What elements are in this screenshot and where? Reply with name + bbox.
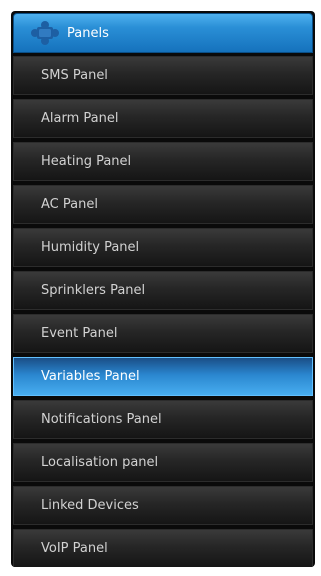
menu-item-sms-panel[interactable]: SMS Panel — [13, 56, 313, 95]
menu-item-label: Humidity Panel — [41, 240, 140, 255]
menu-item-alarm-panel[interactable]: Alarm Panel — [13, 99, 313, 138]
menu-item-label: Notifications Panel — [41, 412, 162, 427]
menu-item-localisation-panel[interactable]: Localisation panel — [13, 443, 313, 482]
menu-item-label: Sprinklers Panel — [41, 283, 146, 298]
menu-item-label: Linked Devices — [41, 498, 139, 513]
menu-item-humidity-panel[interactable]: Humidity Panel — [13, 228, 313, 267]
panels-header[interactable]: Panels — [13, 13, 313, 53]
menu-item-label: Variables Panel — [41, 369, 140, 384]
menu-item-ac-panel[interactable]: AC Panel — [13, 185, 313, 224]
menu-item-label: Heating Panel — [41, 154, 132, 169]
menu-item-voip-panel[interactable]: VoIP Panel — [13, 529, 313, 567]
panels-menu: Panels SMS Panel Alarm Panel Heating Pan… — [11, 11, 315, 567]
menu-item-label: VoIP Panel — [41, 541, 108, 556]
menu-item-sprinklers-panel[interactable]: Sprinklers Panel — [13, 271, 313, 310]
menu-item-label: SMS Panel — [41, 68, 108, 83]
panels-header-title: Panels — [67, 25, 109, 41]
menu-item-label: AC Panel — [41, 197, 98, 212]
panels-menu-list: SMS Panel Alarm Panel Heating Panel AC P… — [13, 56, 313, 567]
menu-item-variables-panel[interactable]: Variables Panel — [13, 357, 313, 396]
menu-item-event-panel[interactable]: Event Panel — [13, 314, 313, 353]
menu-item-notifications-panel[interactable]: Notifications Panel — [13, 400, 313, 439]
menu-item-heating-panel[interactable]: Heating Panel — [13, 142, 313, 181]
menu-item-linked-devices[interactable]: Linked Devices — [13, 486, 313, 525]
menu-item-label: Alarm Panel — [41, 111, 119, 126]
menu-item-label: Localisation panel — [41, 455, 159, 470]
puzzle-icon — [27, 20, 63, 46]
menu-item-label: Event Panel — [41, 326, 118, 341]
